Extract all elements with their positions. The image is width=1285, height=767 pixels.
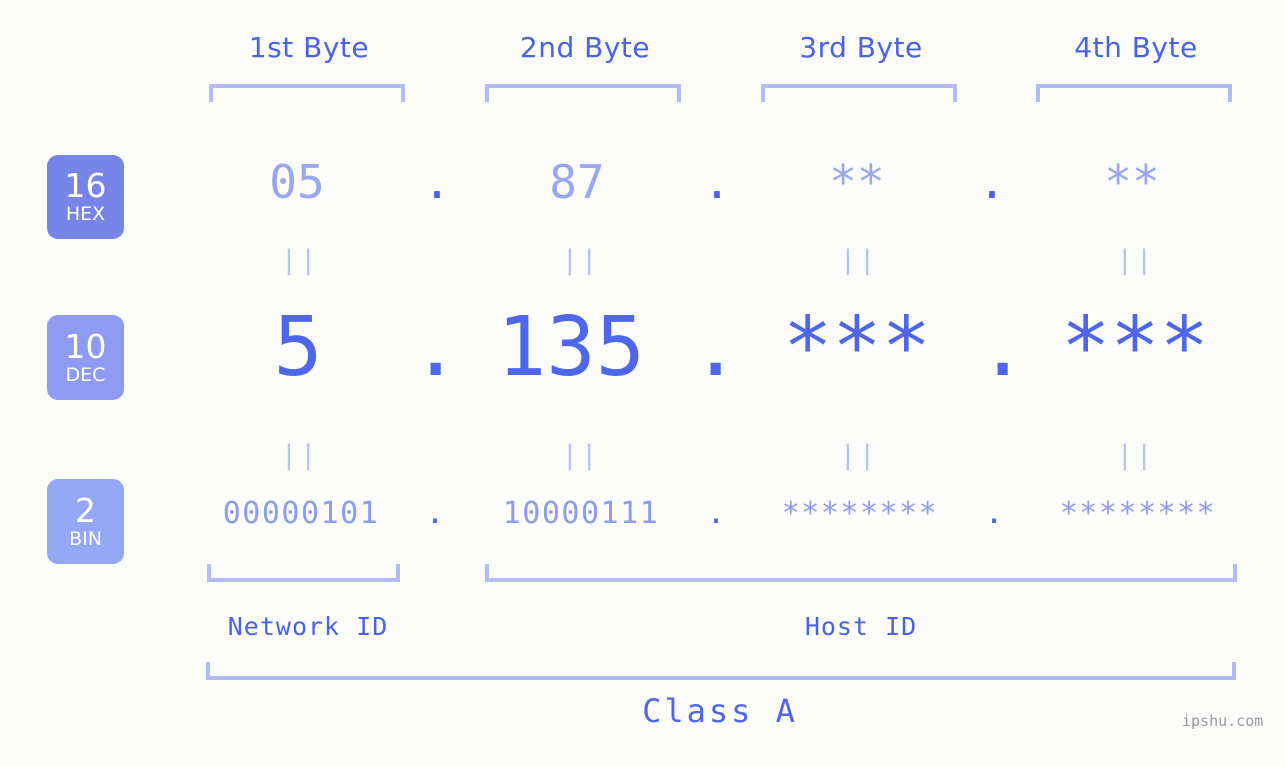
- byte-header-label-3: 3rd Byte: [799, 31, 923, 64]
- ip-address-breakdown-diagram: 1st Byte 2nd Byte 3rd Byte 4th Byte 16 H…: [0, 0, 1285, 767]
- equals-mark-1-3: ||: [839, 245, 879, 276]
- base-badge-hex-number: 16: [64, 166, 107, 205]
- host-id-label: Host ID: [804, 612, 918, 641]
- base-badge-bin: 2 BIN: [47, 479, 124, 564]
- base-badge-dec-name: DEC: [65, 363, 106, 386]
- dec-separator-2: .: [691, 300, 741, 395]
- network-id-label: Network ID: [227, 612, 389, 641]
- byte-bracket-4: [1036, 84, 1232, 102]
- dec-separator-1: .: [411, 300, 461, 395]
- class-label: Class A: [642, 692, 798, 730]
- dec-separator-3: .: [978, 300, 1028, 395]
- equals-mark-1-4: ||: [1116, 245, 1156, 276]
- byte-header-label-4: 4th Byte: [1074, 31, 1198, 64]
- byte-header-label-2: 2nd Byte: [519, 31, 651, 64]
- host-id-bracket: [485, 564, 1237, 582]
- dec-byte-3: ***: [782, 300, 932, 395]
- bin-byte-4: ********: [1059, 496, 1217, 531]
- hex-separator-1: .: [423, 155, 451, 209]
- base-badge-hex: 16 HEX: [47, 155, 124, 239]
- dec-byte-4: ***: [1060, 300, 1210, 395]
- bin-separator-3: .: [984, 496, 1004, 531]
- equals-mark-1-2: ||: [561, 245, 601, 276]
- hex-byte-1: 05: [269, 155, 325, 209]
- hex-separator-2: .: [703, 155, 731, 209]
- dec-byte-2: 135: [496, 300, 646, 395]
- byte-bracket-3: [761, 84, 957, 102]
- bin-byte-1: 00000101: [222, 496, 380, 531]
- bin-byte-3: ********: [781, 496, 939, 531]
- bin-byte-2: 10000111: [502, 496, 660, 531]
- equals-mark-1-1: ||: [280, 245, 320, 276]
- bin-separator-2: .: [706, 496, 726, 531]
- hex-separator-3: .: [978, 155, 1006, 209]
- equals-mark-2-4: ||: [1116, 440, 1156, 471]
- base-badge-bin-name: BIN: [69, 527, 102, 550]
- base-badge-dec-number: 10: [64, 326, 107, 366]
- bin-separator-1: .: [425, 496, 445, 531]
- equals-mark-2-2: ||: [561, 440, 601, 471]
- site-watermark: ipshu.com: [1182, 712, 1264, 730]
- equals-mark-2-3: ||: [839, 440, 879, 471]
- base-badge-dec: 10 DEC: [47, 315, 124, 400]
- hex-byte-4: **: [1104, 155, 1160, 209]
- dec-byte-1: 5: [273, 300, 323, 395]
- equals-mark-2-1: ||: [280, 440, 320, 471]
- byte-header-label-1: 1st Byte: [248, 31, 370, 64]
- hex-byte-2: 87: [549, 155, 605, 209]
- network-id-bracket: [207, 564, 400, 582]
- byte-bracket-2: [485, 84, 681, 102]
- hex-byte-3: **: [829, 155, 885, 209]
- class-bracket: [206, 662, 1236, 680]
- base-badge-hex-name: HEX: [65, 203, 106, 225]
- byte-bracket-1: [209, 84, 405, 102]
- base-badge-bin-number: 2: [75, 490, 96, 530]
